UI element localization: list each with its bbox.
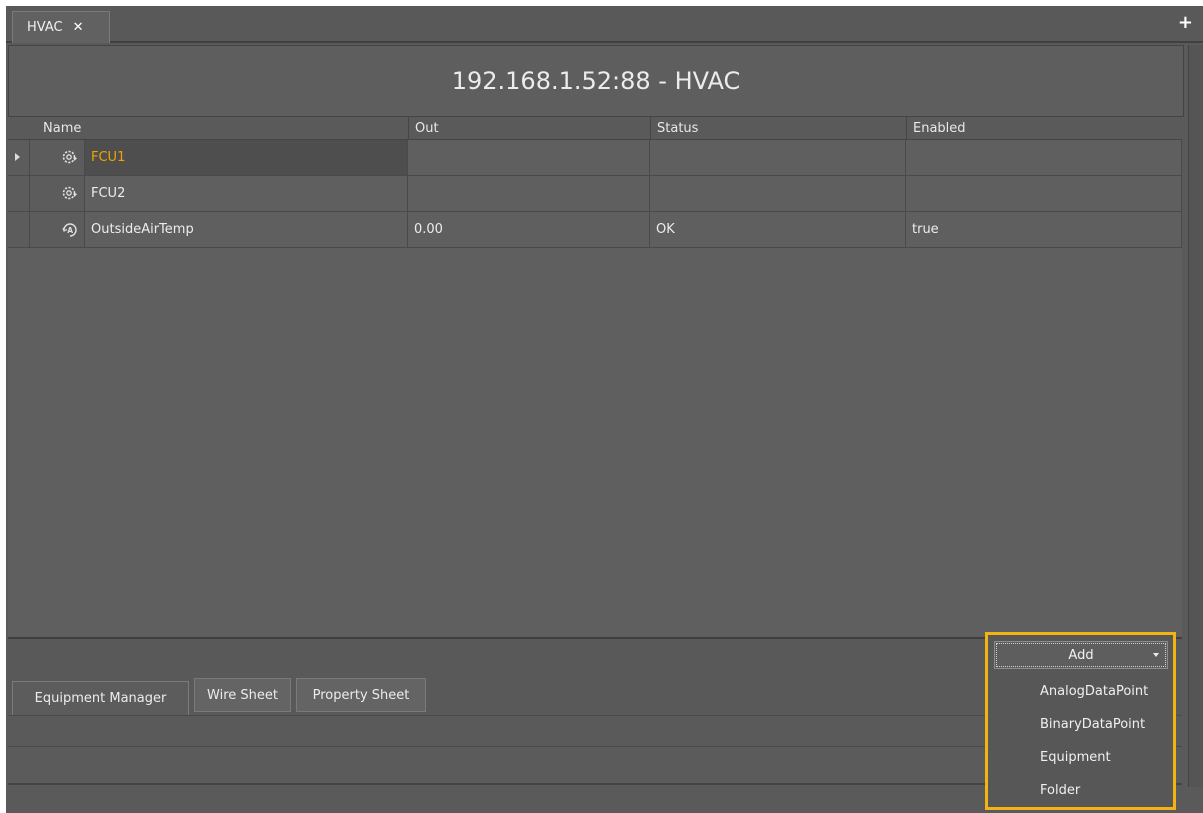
cell-enabled <box>906 140 1182 175</box>
tab-wire-sheet[interactable]: Wire Sheet <box>194 678 291 712</box>
column-divider <box>906 117 907 140</box>
row-gutter <box>8 212 30 247</box>
table-row[interactable]: FCU1 <box>8 140 1182 176</box>
add-dropdown-callout: Add AnalogDataPoint BinaryDataPoint Equi… <box>985 632 1176 810</box>
table-header: Name Out Status Enabled <box>8 117 1182 140</box>
cell-out <box>408 176 650 211</box>
cell-out <box>408 140 650 175</box>
close-icon[interactable]: ✕ <box>73 20 84 35</box>
column-header-name[interactable]: Name <box>43 121 81 136</box>
tab-property-sheet[interactable]: Property Sheet <box>296 678 426 712</box>
menu-item-folder[interactable]: Folder <box>988 774 1173 807</box>
column-header-enabled[interactable]: Enabled <box>913 121 966 136</box>
cell-enabled <box>906 176 1182 211</box>
cell-name: OutsideAirTemp <box>85 212 408 247</box>
right-panel-rail <box>1188 45 1203 795</box>
cell-status: OK <box>650 212 906 247</box>
chevron-down-icon <box>1153 653 1159 657</box>
menu-item-binarydatapoint[interactable]: BinaryDataPoint <box>988 708 1173 741</box>
menu-item-equipment[interactable]: Equipment <box>988 741 1173 774</box>
table-row[interactable]: A OutsideAirTemp 0.00 OK true <box>8 212 1182 248</box>
document-tab-strip: HVAC ✕ + <box>6 6 1203 43</box>
row-name-label: OutsideAirTemp <box>91 222 194 237</box>
table-row[interactable]: FCU2 <box>8 176 1182 212</box>
menu-item-analogdatapoint[interactable]: AnalogDataPoint <box>988 675 1173 708</box>
tab-equipment-manager[interactable]: Equipment Manager <box>12 681 189 715</box>
cell-status <box>650 176 906 211</box>
add-button-label: Add <box>1068 647 1094 663</box>
page-title: 192.168.1.52:88 - HVAC <box>451 67 741 95</box>
page-title-bar: 192.168.1.52:88 - HVAC <box>8 45 1184 117</box>
column-header-out[interactable]: Out <box>415 121 439 136</box>
add-menu: AnalogDataPoint BinaryDataPoint Equipmen… <box>988 675 1173 807</box>
cell-enabled: true <box>906 212 1182 247</box>
analog-point-icon: A <box>60 220 80 240</box>
svg-text:A: A <box>67 226 73 235</box>
add-button[interactable]: Add <box>994 641 1168 669</box>
tab-hvac[interactable]: HVAC ✕ <box>12 11 110 43</box>
cell-out: 0.00 <box>408 212 650 247</box>
tab-hvac-label: HVAC <box>27 20 63 35</box>
equipment-gear-icon <box>60 184 80 204</box>
row-name-label: FCU1 <box>91 150 126 165</box>
column-divider <box>650 117 651 140</box>
equipment-table: Name Out Status Enabled FCU1 FCU2 A Outs… <box>8 117 1182 637</box>
row-gutter <box>8 176 30 211</box>
column-header-status[interactable]: Status <box>657 121 698 136</box>
add-tab-icon[interactable]: + <box>1178 12 1193 33</box>
cell-name: FCU1 <box>85 140 408 175</box>
row-name-label: FCU2 <box>91 186 126 201</box>
cell-name: FCU2 <box>85 176 408 211</box>
cell-status <box>650 140 906 175</box>
row-gutter <box>8 140 30 175</box>
equipment-gear-icon <box>60 148 80 168</box>
column-divider <box>408 117 409 140</box>
expand-arrow-icon[interactable] <box>15 153 20 161</box>
